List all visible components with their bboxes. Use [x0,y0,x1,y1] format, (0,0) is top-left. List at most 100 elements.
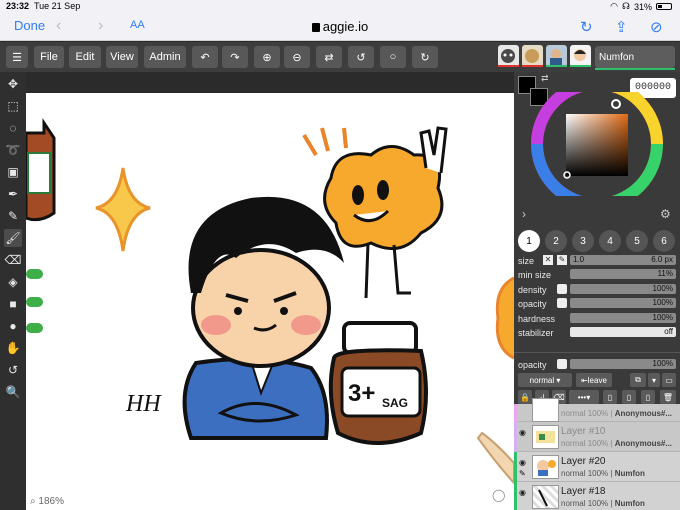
lock-layer-icon[interactable]: 🔒 [518,390,532,404]
layer-item[interactable]: normal 100% | Anonymous#... [514,398,680,434]
battery-icon [656,3,672,10]
done-button[interactable]: Done [14,18,45,33]
brush-preset-6[interactable]: 6 [653,230,675,252]
size-max-value: 6.0 px [651,255,673,264]
undo-icon[interactable]: ↶ [192,46,218,68]
merge-layer-icon[interactable]: ▯ [641,390,655,404]
size-min-value: 1.0 [573,255,585,264]
chat-icon[interactable]: ◯ [492,488,505,502]
lock-icon [311,23,320,32]
opacity-slider[interactable]: 100% [570,298,676,308]
visibility-eye-icon[interactable]: ◉ [519,488,526,497]
zoom-out-icon[interactable]: ⊖ [284,46,310,68]
pencil-icon[interactable]: ✎ [4,207,22,225]
layer-name: Layer #10 [561,426,606,437]
hand-icon[interactable]: ✋ [4,339,22,357]
settings-gear-icon[interactable]: ⚙ [660,207,671,221]
layer-item-active[interactable]: ◉ ✎ Layer #20 normal 100% | Numfon [514,452,680,482]
user-avatar-numfon[interactable] [570,45,591,67]
redo-icon[interactable]: ↷ [222,46,248,68]
browser-toolbar: Done ‹ › AA aggie.io ↻ ⇪ ⊘ [0,13,680,41]
layer-opacity-checkbox[interactable] [557,359,567,369]
reload-icon[interactable]: ↻ [580,18,593,36]
expand-chevron-icon[interactable]: › [522,207,526,221]
transform-icon[interactable]: ▣ [4,163,22,181]
reset-rotation-icon[interactable]: ○ [380,46,406,68]
pen-pressure-icon[interactable]: ✎ [557,255,567,265]
min-size-slider[interactable]: 11% [570,269,676,279]
zoom-icon[interactable]: 🔍 [4,383,22,401]
layer-opacity-slider[interactable]: 100% [570,359,676,369]
swap-colors-icon[interactable]: ⇄ [541,73,549,84]
share-icon[interactable]: ⇪ [615,18,628,36]
status-time: 23:32 [6,1,30,11]
eyedropper-icon[interactable]: ✒ [4,185,22,203]
visibility-eye-icon[interactable]: ◉ [519,458,526,467]
brush-preset-5[interactable]: 5 [626,230,648,252]
rectangle-icon[interactable]: ■ [4,295,22,313]
view-menu-button[interactable]: View [106,46,138,68]
zoom-value: 186% [38,496,64,507]
layer-copy-menu-icon[interactable]: ▾ [648,373,660,387]
opacity-checkbox[interactable] [557,298,567,308]
brush-icon[interactable]: 🖌 [4,229,22,247]
brush-preset-1[interactable]: 1 [518,230,540,252]
size-lock-icon[interactable]: ✕ [543,255,553,265]
lasso-icon[interactable]: ➰ [4,141,22,159]
text-size-button[interactable]: AA [130,19,145,31]
layer-copy-icon[interactable]: ⧉ [630,373,646,387]
admin-menu-button[interactable]: Admin [144,46,186,68]
address-bar[interactable]: aggie.io [300,19,380,34]
fill-icon[interactable]: ◈ [4,273,22,291]
rotate-right-icon[interactable]: ↻ [412,46,438,68]
user-avatar-2[interactable] [522,45,543,67]
rotate-view-icon[interactable]: ↺ [4,361,22,379]
user-avatar-1[interactable] [498,45,519,67]
zoom-in-icon[interactable]: ⊕ [254,46,280,68]
forward-icon[interactable]: › [98,17,103,35]
more-dots: ••• [577,392,587,402]
status-bar: 23:32 Tue 21 Sep ◠ ☊ 31% [0,0,680,13]
user-avatar-3[interactable] [546,45,567,67]
ellipse-select-icon[interactable]: ◌ [4,119,22,137]
new-layer-icon[interactable]: ▯ [603,390,617,404]
layer-more-button[interactable]: ••• ▾ [569,390,599,404]
canvas-margin [26,72,514,93]
rect-select-icon[interactable]: ⬚ [4,97,22,115]
leave-button[interactable]: ⇤ leave [576,373,612,387]
compass-icon[interactable]: ⊘ [650,18,663,36]
circle-icon[interactable]: ● [4,317,22,335]
layer-thumbnail [532,398,559,422]
app-toolbar: ☰ File Edit View Admin ↶ ↷ ⊕ ⊖ ⇄ ↺ ○ ↻ N… [0,42,680,72]
edit-menu-button[interactable]: Edit [69,46,101,68]
visibility-eye-icon[interactable]: ◉ [519,428,526,437]
delete-layer-icon[interactable]: 🗑 [660,390,676,404]
move-icon[interactable]: ✥ [4,75,22,93]
duplicate-layer-icon[interactable]: ▯ [622,390,636,404]
eraser-icon[interactable]: ⌫ [4,251,22,269]
hardness-slider[interactable]: 100% [570,313,676,323]
color-wheel[interactable] [530,92,664,196]
hamburger-menu-icon[interactable]: ☰ [6,46,28,68]
brush-preset-3[interactable]: 3 [572,230,594,252]
brush-preset-2[interactable]: 2 [545,230,567,252]
layer-item[interactable]: ◉ Layer #18 normal 100% | Numfon [514,482,680,510]
density-checkbox[interactable] [557,284,567,294]
density-slider[interactable]: 100% [570,284,676,294]
username-field[interactable]: Numfon [595,46,675,68]
layer-add-icon[interactable]: ▭ [662,373,676,387]
headphones-icon: ☊ [621,1,630,11]
tool-sidebar: ✥ ⬚ ◌ ➰ ▣ ✒ ✎ 🖌 ⌫ ◈ ■ ● ✋ ↺ 🔍 [0,72,26,510]
blend-mode-select[interactable]: normal ▾ [518,373,572,387]
size-slider[interactable]: 1.0 6.0 px [570,255,676,265]
brush-preset-4[interactable]: 4 [599,230,621,252]
rotate-left-icon[interactable]: ↺ [348,46,374,68]
drawing-canvas[interactable]: 3+ SAG HH [26,93,514,510]
layer-item[interactable]: ◉ Layer #10 normal 100% | Anonymous#... [514,422,680,452]
jar-label: 3+ [348,380,375,407]
file-menu-button[interactable]: File [34,46,64,68]
stabilizer-slider[interactable]: off [570,327,676,337]
wifi-icon: ◠ [610,1,618,11]
flip-icon[interactable]: ⇄ [316,46,342,68]
back-icon[interactable]: ‹ [56,17,61,35]
